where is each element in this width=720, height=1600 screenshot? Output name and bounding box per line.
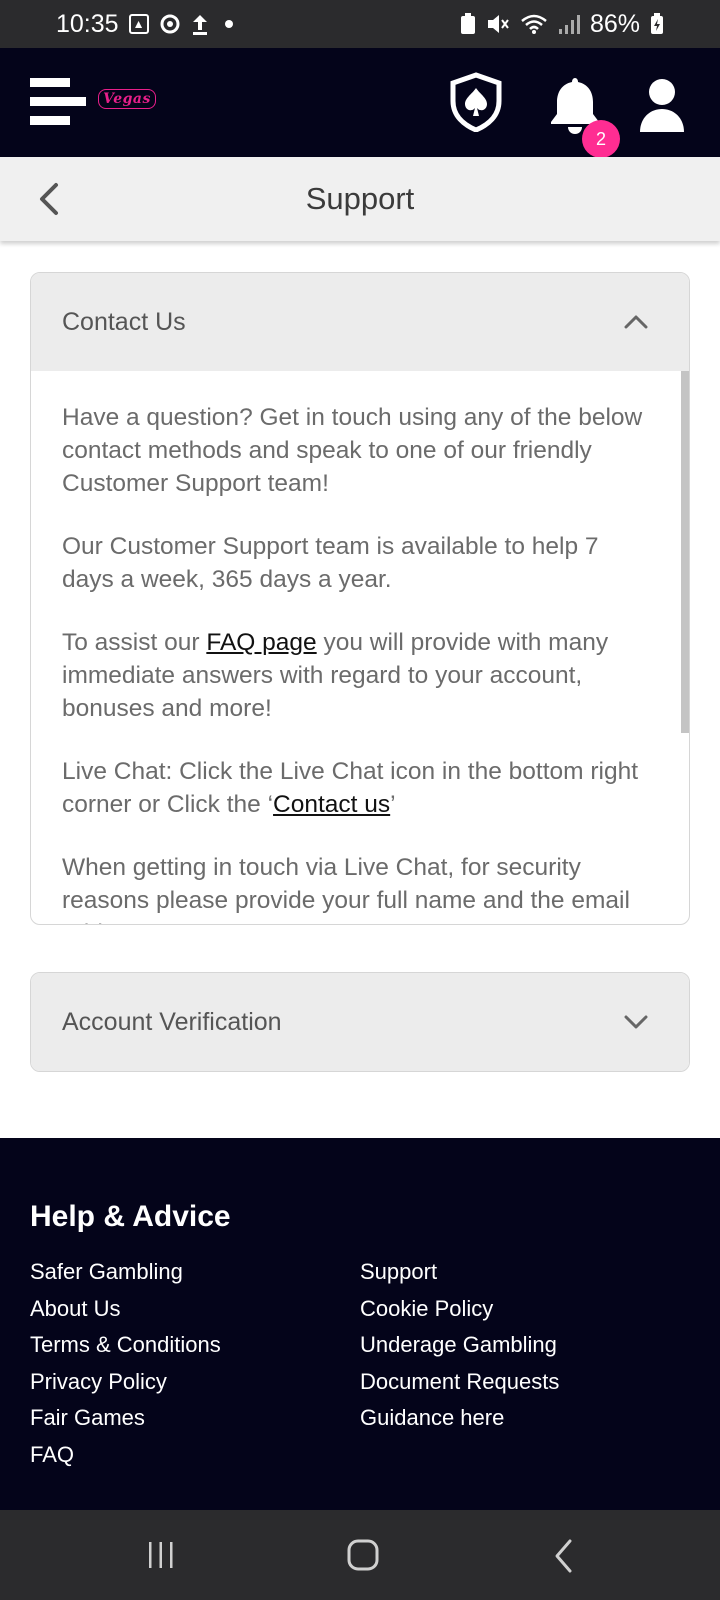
logo-text: Vegas: [98, 89, 156, 109]
battery-icon: [650, 13, 664, 35]
recent-apps-icon[interactable]: [146, 1540, 176, 1570]
accordion-header-account-verification[interactable]: Account Verification: [31, 973, 689, 1071]
footer-link-about-us[interactable]: About Us: [30, 1291, 221, 1328]
footer-links-left: Safer Gambling About Us Terms & Conditio…: [30, 1254, 221, 1474]
shield-spade-icon[interactable]: [448, 72, 504, 132]
accordion-body-contact-us[interactable]: Have a question? Get in touch using any …: [31, 371, 689, 924]
chat-text-after: ’: [390, 791, 396, 818]
footer-link-fair-games[interactable]: Fair Games: [30, 1400, 221, 1437]
footer-link-support[interactable]: Support: [360, 1254, 559, 1291]
status-time: 10:35: [56, 9, 119, 38]
footer-link-terms[interactable]: Terms & Conditions: [30, 1327, 221, 1364]
page-title-bar: Support: [0, 157, 720, 241]
battery-saver-icon: [460, 13, 476, 35]
footer-links-right: Support Cookie Policy Underage Gambling …: [360, 1254, 559, 1437]
system-navigation-bar: [0, 1510, 720, 1600]
user-icon[interactable]: [638, 78, 686, 134]
status-bar: 10:35 ▲ 86%: [0, 0, 720, 48]
signal-icon: [558, 13, 580, 35]
chevron-up-icon[interactable]: [623, 314, 649, 330]
faq-paragraph: To assist our FAQ page you will provide …: [62, 626, 649, 725]
accordion-title: Contact Us: [62, 307, 186, 336]
live-chat-paragraph: Live Chat: Click the Live Chat icon in t…: [62, 755, 649, 821]
notification-badge: 2: [582, 120, 620, 158]
accordion-scrollbar[interactable]: [681, 371, 689, 924]
status-left: 10:35 ▲: [56, 10, 233, 39]
sync-icon: [159, 13, 181, 35]
footer-link-document-requests[interactable]: Document Requests: [360, 1364, 559, 1401]
scrollbar-thumb[interactable]: [681, 371, 689, 733]
faq-page-link[interactable]: FAQ page: [206, 629, 316, 656]
home-icon[interactable]: [346, 1538, 380, 1572]
intro-paragraph: Have a question? Get in touch using any …: [62, 404, 643, 497]
back-icon[interactable]: [552, 1538, 576, 1574]
footer-link-cookie-policy[interactable]: Cookie Policy: [360, 1291, 559, 1328]
page-title: Support: [305, 181, 415, 216]
footer-title: Help & Advice: [30, 1200, 231, 1233]
accordion-account-verification: Account Verification: [30, 972, 690, 1072]
accordion-contact-us: Contact Us Have a question? Get in touch…: [30, 272, 690, 925]
wifi-icon: [520, 13, 548, 35]
back-arrow-icon[interactable]: [34, 179, 64, 219]
accordion-title: Account Verification: [62, 1007, 282, 1036]
contact-us-link[interactable]: Contact us: [273, 791, 390, 818]
dot-icon: [224, 20, 233, 28]
footer: Help & Advice Safer Gambling About Us Te…: [0, 1138, 720, 1510]
status-right: 86%: [460, 10, 664, 39]
footer-link-faq[interactable]: FAQ: [30, 1437, 221, 1474]
footer-link-guidance[interactable]: Guidance here: [360, 1400, 559, 1437]
chevron-down-icon[interactable]: [623, 1014, 649, 1030]
footer-link-privacy[interactable]: Privacy Policy: [30, 1364, 221, 1401]
gallery-icon: ▲: [128, 14, 149, 34]
availability-paragraph: Our Customer Support team is available t…: [62, 533, 599, 593]
accordion-header-contact-us[interactable]: Contact Us: [31, 273, 689, 371]
battery-percent: 86%: [589, 9, 640, 38]
footer-link-safer-gambling[interactable]: Safer Gambling: [30, 1254, 221, 1291]
brand-logo[interactable]: Vegas: [96, 84, 158, 114]
app-header: Vegas 2: [0, 48, 720, 158]
faq-text-before: To assist our: [62, 629, 207, 656]
upload-icon: [191, 13, 209, 35]
footer-link-underage-gambling[interactable]: Underage Gambling: [360, 1327, 559, 1364]
security-paragraph: When getting in touch via Live Chat, for…: [62, 854, 630, 924]
menu-icon[interactable]: [30, 78, 86, 126]
mute-icon: [486, 13, 510, 35]
